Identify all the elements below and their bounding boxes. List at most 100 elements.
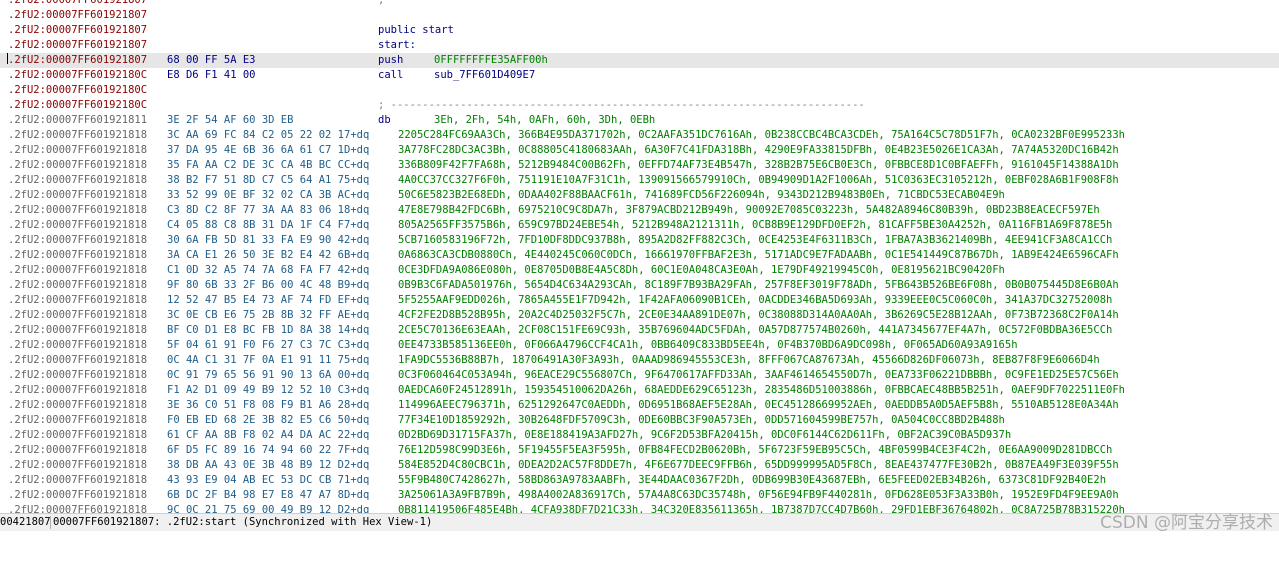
- listing-row[interactable]: .2fU2:00007FF601921818 3E 36 C0 51 F8 08 …: [0, 398, 1279, 413]
- row-comment: ; --------------------------------------…: [378, 99, 865, 111]
- row-address[interactable]: .2fU2:00007FF601921818: [8, 473, 147, 488]
- listing-row[interactable]: .2fU2:00007FF601921818 35 FA AA C2 DE 3C …: [0, 158, 1279, 173]
- row-address[interactable]: .2fU2:00007FF601921818: [8, 413, 147, 428]
- row-address[interactable]: .2fU2:00007FF60192180C: [8, 83, 147, 98]
- row-address[interactable]: .2fU2:00007FF601921818: [8, 263, 147, 278]
- listing-row[interactable]: .2fU2:00007FF601921807;: [0, 0, 1279, 8]
- row-address[interactable]: .2fU2:00007FF601921818: [8, 443, 147, 458]
- listing-row[interactable]: .2fU2:00007FF601921818 9F 80 6B 33 2F B6 …: [0, 278, 1279, 293]
- row-data-values: 0CE3DFDA9A086E080h, 0E8705D0B8E4A5C8Dh, …: [398, 264, 1005, 276]
- row-mnemonic[interactable]: push: [378, 53, 403, 68]
- row-address[interactable]: .2fU2:00007FF601921818: [8, 233, 147, 248]
- row-address[interactable]: .2fU2:00007FF601921818: [8, 158, 147, 173]
- row-data-values: 0D2BD69D31715FA37h, 0E8E188419A3AFD27h, …: [398, 429, 1012, 441]
- listing-row[interactable]: .2fU2:00007FF601921818 F0 EB ED 68 2E 3B …: [0, 413, 1279, 428]
- listing-row[interactable]: .2fU2:00007FF601921818 38 B2 F7 51 8D C7 …: [0, 173, 1279, 188]
- listing-row[interactable]: .2fU2:00007FF601921818 C3 8D C2 8F 77 3A …: [0, 203, 1279, 218]
- row-bytes: 61 CF AA 8B F8 02 A4 DA AC 22+dq: [167, 429, 370, 441]
- status-location: 00007FF601921807: .2fU2:start (Synchroni…: [53, 516, 433, 528]
- listing-row[interactable]: .2fU2:00007FF601921818 43 93 E9 04 AB EC …: [0, 473, 1279, 488]
- disassembly-listing[interactable]: .2fU2:00007FF601921807; .2fU2:00007FF6019…: [0, 0, 1279, 518]
- row-data-values: 5F5255AAF9EDD026h, 7865A455E1F7D942h, 1F…: [398, 294, 1113, 306]
- row-address[interactable]: .2fU2:00007FF60192180C: [8, 68, 147, 83]
- row-data-values: 0B9B3C6FADA501976h, 5654D4C634A293CAh, 8…: [398, 279, 1119, 291]
- row-address[interactable]: .2fU2:00007FF601921818: [8, 218, 147, 233]
- listing-row[interactable]: .2fU2:00007FF601921818 33 52 99 0E BF 32 …: [0, 188, 1279, 203]
- row-address[interactable]: .2fU2:00007FF601921807: [8, 53, 147, 68]
- row-bytes: C3 8D C2 8F 77 3A AA 83 06 18+dq: [167, 204, 370, 216]
- row-data-values: 0A6863CA3CDB0880Ch, 4E440245C060C0DCh, 1…: [398, 249, 1119, 261]
- row-data-values: 336B809F42F7FA68h, 5212B9484C00B62Fh, 0E…: [398, 159, 1119, 171]
- row-address[interactable]: .2fU2:00007FF601921818: [8, 458, 147, 473]
- listing-row[interactable]: .2fU2:00007FF601921807 public start: [0, 23, 1279, 38]
- row-address[interactable]: .2fU2:00007FF601921818: [8, 323, 147, 338]
- listing-row[interactable]: .2fU2:00007FF601921818 38 DB AA 43 0E 3B …: [0, 458, 1279, 473]
- row-data-values: 5CB7160583196F72h, 7FD10DF8DDC937B8h, 89…: [398, 234, 1113, 246]
- row-bytes: 5F 04 61 91 F0 F6 27 C3 7C C3+dq: [167, 339, 370, 351]
- listing-row[interactable]: .2fU2:00007FF601921818 3C AA 69 FC 84 C2 …: [0, 128, 1279, 143]
- listing-row[interactable]: .2fU2:00007FF601921818 30 6A FB 5D 81 33 …: [0, 233, 1279, 248]
- row-address[interactable]: .2fU2:00007FF601921818: [8, 383, 147, 398]
- listing-row-selected[interactable]: .2fU2:00007FF601921807 68 00 FF 5A E3 push…: [0, 53, 1279, 68]
- row-address[interactable]: .2fU2:00007FF601921818: [8, 128, 147, 143]
- row-mnemonic[interactable]: call: [378, 68, 403, 83]
- row-bytes: 37 DA 95 4E 6B 36 6A 61 C7 1D+dq: [167, 144, 370, 156]
- row-address[interactable]: .2fU2:00007FF601921818: [8, 143, 147, 158]
- row-data-values: 47E8E798B42FDC6Bh, 6975210C9C8DA7h, 3F87…: [398, 204, 1100, 216]
- row-address[interactable]: .2fU2:00007FF601921818: [8, 488, 147, 503]
- listing-row[interactable]: .2fU2:00007FF601921818 3A CA E1 26 50 3E …: [0, 248, 1279, 263]
- row-address[interactable]: .2fU2:00007FF601921818: [8, 188, 147, 203]
- listing-row[interactable]: .2fU2:00007FF601921818 BF C0 D1 E8 BC FB …: [0, 323, 1279, 338]
- row-address[interactable]: .2fU2:00007FF601921818: [8, 368, 147, 383]
- row-mnemonic[interactable]: db: [378, 113, 391, 128]
- row-address[interactable]: .2fU2:00007FF601921818: [8, 173, 147, 188]
- listing-row[interactable]: .2fU2:00007FF601921818 5F 04 61 91 F0 F6 …: [0, 338, 1279, 353]
- listing-row[interactable]: .2fU2:00007FF601921818 3C 0E CB E6 75 2B …: [0, 308, 1279, 323]
- row-bytes: 30 6A FB 5D 81 33 FA E9 90 42+dq: [167, 234, 370, 246]
- row-address[interactable]: .2fU2:00007FF601921818: [8, 353, 147, 368]
- csdn-watermark: CSDN @阿宝分享技术: [1100, 513, 1273, 533]
- listing-row[interactable]: .2fU2:00007FF601921818 61 CF AA 8B F8 02 …: [0, 428, 1279, 443]
- listing-row[interactable]: .2fU2:00007FF60192180C ; ----------------…: [0, 98, 1279, 113]
- row-address[interactable]: .2fU2:00007FF601921818: [8, 293, 147, 308]
- listing-row[interactable]: .2fU2:00007FF601921818 12 52 47 B5 E4 73 …: [0, 293, 1279, 308]
- row-operand-symbol[interactable]: sub_7FF601D409E7: [434, 68, 535, 83]
- row-address[interactable]: .2fU2:00007FF601921818: [8, 203, 147, 218]
- row-bytes: 3E 2F 54 AF 60 3D EB: [167, 114, 294, 126]
- listing-row[interactable]: .2fU2:00007FF601921807 start:: [0, 38, 1279, 53]
- row-address[interactable]: .2fU2:00007FF601921807: [8, 23, 147, 38]
- row-address[interactable]: .2fU2:00007FF601921818: [8, 338, 147, 353]
- listing-row[interactable]: .2fU2:00007FF60192180C: [0, 83, 1279, 98]
- row-operand[interactable]: 0FFFFFFFFE35AFF00h: [434, 53, 548, 68]
- row-operand[interactable]: 3Eh, 2Fh, 54h, 0AFh, 60h, 3Dh, 0EBh: [434, 113, 655, 128]
- row-address[interactable]: .2fU2:00007FF601921818: [8, 278, 147, 293]
- listing-row[interactable]: .2fU2:00007FF601921818 0C 91 79 65 56 91 …: [0, 368, 1279, 383]
- row-label[interactable]: public start: [378, 23, 454, 38]
- row-address[interactable]: .2fU2:00007FF601921811: [8, 113, 147, 128]
- listing-row[interactable]: .2fU2:00007FF601921818 C1 0D 32 A5 74 7A …: [0, 263, 1279, 278]
- row-address[interactable]: .2fU2:00007FF601921818: [8, 398, 147, 413]
- row-label[interactable]: start:: [378, 38, 416, 53]
- row-address[interactable]: .2fU2:00007FF601921807: [8, 38, 147, 53]
- row-bytes: 38 DB AA 43 0E 3B 48 B9 12 D2+dq: [167, 459, 370, 471]
- listing-row[interactable]: .2fU2:00007FF60192180C E8 D6 F1 41 00 call…: [0, 68, 1279, 83]
- listing-row[interactable]: .2fU2:00007FF601921818 37 DA 95 4E 6B 36 …: [0, 143, 1279, 158]
- listing-row[interactable]: .2fU2:00007FF601921818 F1 A2 D1 09 49 B9 …: [0, 383, 1279, 398]
- row-bytes: C1 0D 32 A5 74 7A 68 FA F7 42+dq: [167, 264, 370, 276]
- row-data-values: 584E852D4C80CBC1h, 0DEA2D2AC57F8DDE7h, 4…: [398, 459, 1119, 471]
- row-address[interactable]: .2fU2:00007FF601921818: [8, 308, 147, 323]
- row-bytes: 0C 91 79 65 56 91 90 13 6A 00+dq: [167, 369, 370, 381]
- listing-row[interactable]: .2fU2:00007FF601921811 3E 2F 54 AF 60 3D …: [0, 113, 1279, 128]
- row-address[interactable]: .2fU2:00007FF60192180C: [8, 98, 147, 113]
- row-bytes: 35 FA AA C2 DE 3C CA 4B BC CC+dq: [167, 159, 370, 171]
- row-address[interactable]: .2fU2:00007FF601921818: [8, 428, 147, 443]
- listing-row[interactable]: .2fU2:00007FF601921818 6F D5 FC 89 16 74 …: [0, 443, 1279, 458]
- row-address[interactable]: .2fU2:00007FF601921807: [8, 0, 147, 8]
- row-data-values: 3A25061A3A9FB7B9h, 498A4002A836917Ch, 57…: [398, 489, 1119, 501]
- listing-row[interactable]: .2fU2:00007FF601921818 6B DC 2F B4 98 E7 …: [0, 488, 1279, 503]
- row-address[interactable]: .2fU2:00007FF601921807: [8, 8, 147, 23]
- row-address[interactable]: .2fU2:00007FF601921818: [8, 248, 147, 263]
- listing-row[interactable]: .2fU2:00007FF601921807: [0, 8, 1279, 23]
- listing-row[interactable]: .2fU2:00007FF601921818 C4 05 88 C8 8B 31 …: [0, 218, 1279, 233]
- listing-row[interactable]: .2fU2:00007FF601921818 0C 4A C1 31 7F 0A …: [0, 353, 1279, 368]
